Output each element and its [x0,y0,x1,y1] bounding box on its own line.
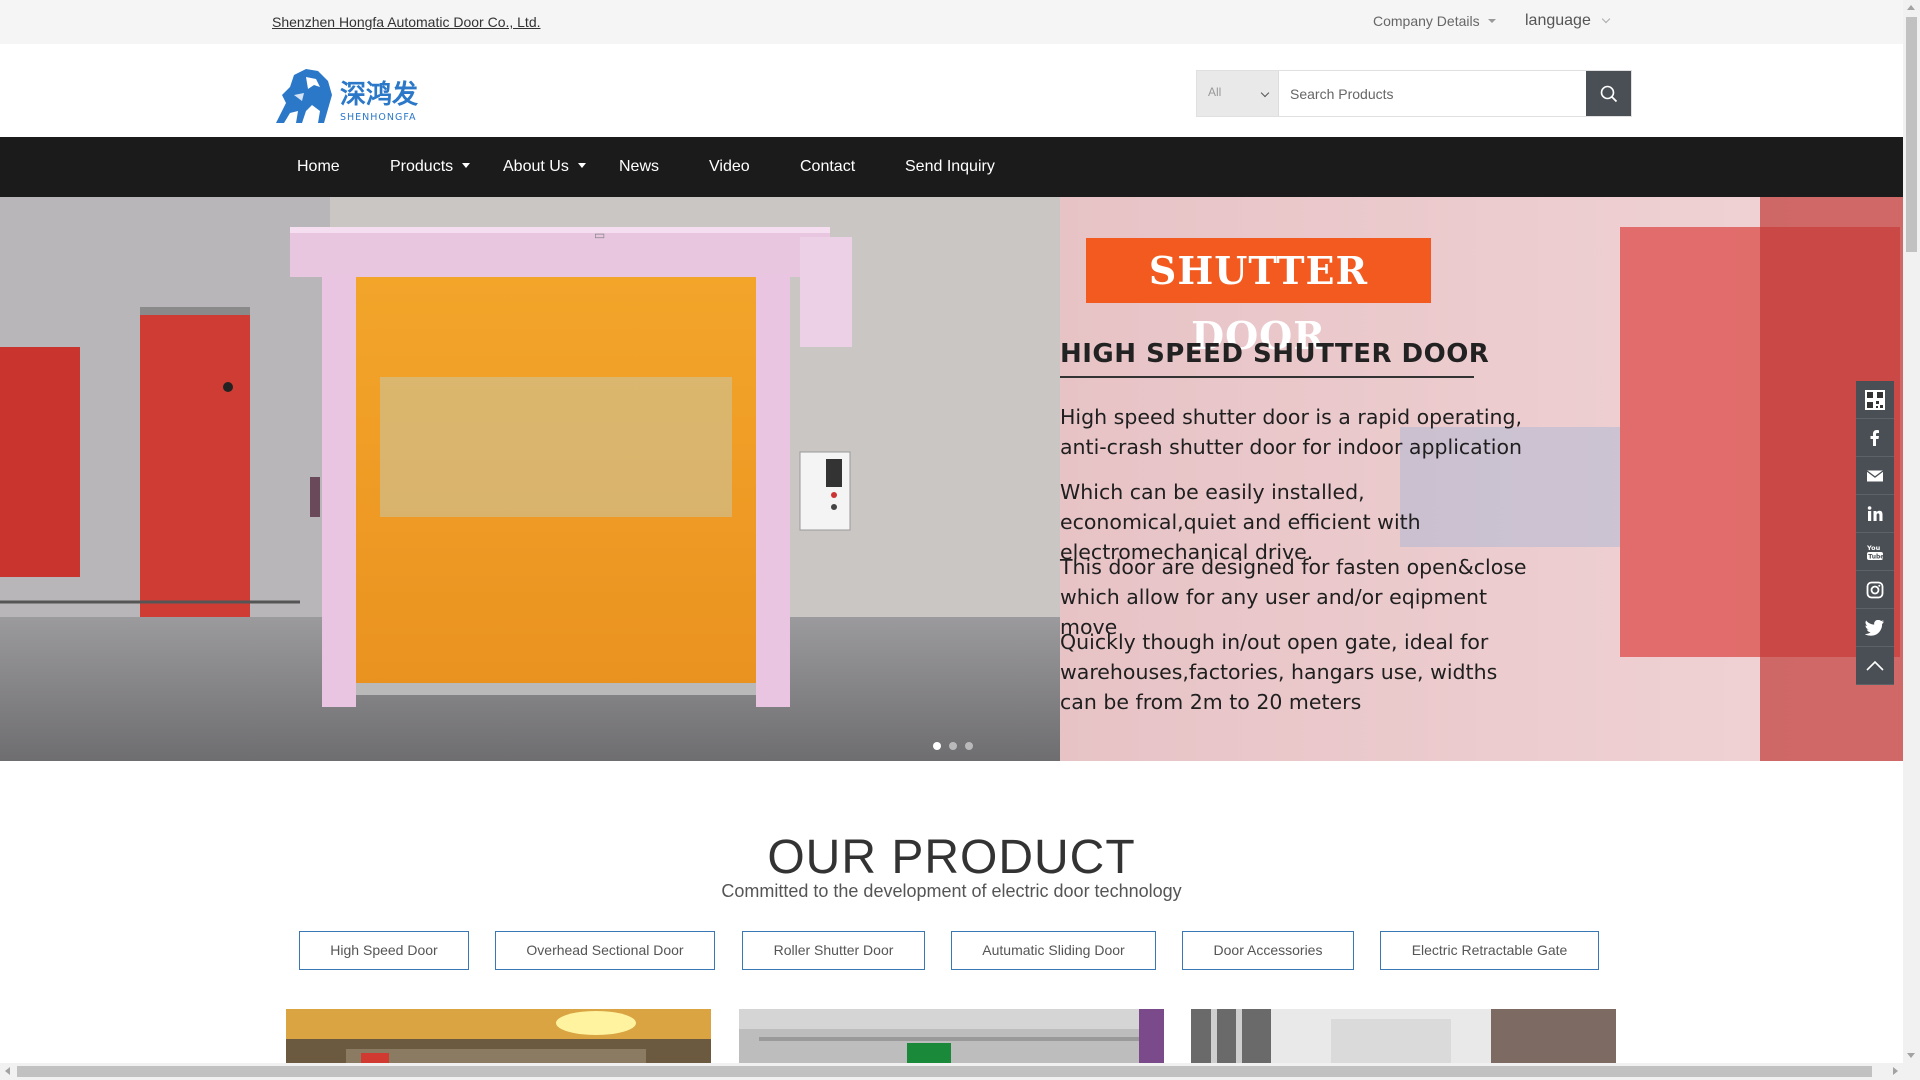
nav-news-label: News [619,158,660,175]
nav-products-label: Products [390,158,454,175]
social-sidebar: You Tube [1856,381,1894,685]
facebook-icon [1870,429,1879,446]
nav-video-label: Video [709,158,750,175]
nav-send-inquiry-label: Send Inquiry [905,158,995,175]
hero-tag: SHUTTER DOOR [1086,238,1431,358]
category-roller-shutter-door[interactable]: Roller Shutter Door [742,931,925,970]
search-button[interactable] [1586,71,1631,116]
search-category-value: All [1208,85,1222,99]
scroll-left-arrow-icon[interactable] [5,1067,10,1075]
email-icon [1866,469,1884,481]
chevron-down-icon [1260,88,1270,98]
caret-down-icon [1487,19,1496,23]
company-details-label: Company Details [1373,13,1480,29]
linkedin-button[interactable] [1856,495,1894,533]
caret-down-icon [462,162,471,168]
slider-dots [933,742,973,750]
horizontal-scrollbar-thumb[interactable] [17,1066,1872,1077]
hero-heading: HIGH SPEED SHUTTER DOOR [1060,339,1490,369]
instagram-button[interactable] [1856,571,1894,609]
slider-dot-3[interactable] [965,742,973,750]
instagram-icon [1866,581,1884,598]
company-details-menu[interactable]: Company Details [1373,13,1496,29]
nav-send-inquiry[interactable]: Send Inquiry [905,137,995,197]
language-label: language [1525,12,1591,29]
logo-subtext: SHENHONGFA [340,112,416,123]
nav-home-label: Home [297,158,340,175]
hero-underline [1060,376,1474,378]
top-bar: Shenzhen Hongfa Automatic Door Co., Ltd.… [0,0,1903,44]
linkedin-icon [1867,505,1883,521]
slider-dot-1[interactable] [933,742,941,750]
youtube-icon: You Tube [1866,544,1884,560]
main-nav: Home Products About Us News Video Contac… [0,137,1903,197]
search-icon [1600,85,1617,102]
logo-text: 深鸿发 [340,79,418,110]
hero-photo: ▭ [0,197,1903,761]
scroll-right-arrow-icon[interactable] [1893,1067,1898,1075]
category-overhead-sectional-door[interactable]: Overhead Sectional Door [495,931,715,970]
back-to-top-button[interactable] [1856,647,1894,685]
email-button[interactable] [1856,457,1894,495]
category-high-speed-door[interactable]: High Speed Door [299,931,469,970]
category-door-accessories[interactable]: Door Accessories [1182,931,1354,970]
hero-paragraph-1: High speed shutter door is a rapid opera… [1060,405,1523,459]
svg-text:You: You [1866,544,1881,552]
category-electric-retractable-gate[interactable]: Electric Retractable Gate [1380,931,1599,970]
vertical-scrollbar-thumb[interactable] [1906,17,1917,252]
header: 深鸿发 SHENHONGFA All [0,44,1903,137]
search-category-select[interactable]: All [1197,71,1279,116]
svg-text:▭: ▭ [594,228,605,242]
svg-text:Tube: Tube [1868,553,1884,560]
page: Shenzhen Hongfa Automatic Door Co., Ltd.… [0,0,1903,1080]
company-name-link[interactable]: Shenzhen Hongfa Automatic Door Co., Ltd. [272,14,541,30]
nav-news[interactable]: News [619,137,659,197]
section-title: OUR PRODUCT [767,831,1136,884]
twitter-button[interactable] [1856,609,1894,647]
company-logo[interactable]: 深鸿发 SHENHONGFA [272,65,434,125]
lion-logo-icon: 深鸿发 SHENHONGFA [276,69,418,123]
nav-about-us[interactable]: About Us [503,137,586,197]
nav-contact[interactable]: Contact [800,137,855,197]
search-bar: All [1196,70,1632,117]
slider-dot-2[interactable] [949,742,957,750]
caret-down-icon [577,162,586,168]
nav-contact-label: Contact [800,158,856,175]
qr-code-icon [1865,389,1885,410]
nav-video[interactable]: Video [709,137,750,197]
nav-about-label: About Us [503,158,569,175]
search-input[interactable] [1279,71,1586,116]
chevron-down-icon [1601,14,1611,24]
scroll-down-arrow-icon[interactable] [1907,1053,1915,1058]
scroll-up-arrow-icon[interactable] [1907,5,1915,10]
hero-paragraph-4: Quickly though in/out open gate, ideal f… [1060,630,1498,714]
nav-products[interactable]: Products [390,137,471,197]
nav-home[interactable]: Home [297,137,340,197]
twitter-icon [1865,619,1884,636]
hero-banner[interactable]: ▭ SHUTTER DOOR HIGH SPEED SHUTTER DOOR H… [0,197,1903,761]
youtube-button[interactable]: You Tube [1856,533,1894,571]
category-automatic-sliding-door[interactable]: Autumatic Sliding Door [951,931,1156,970]
back-to-top-icon [1866,660,1884,671]
section-subtitle: Committed to the development of electric… [721,881,1182,901]
qr-code-button[interactable] [1856,381,1894,419]
language-menu[interactable]: language [1525,12,1611,30]
facebook-button[interactable] [1856,419,1894,457]
